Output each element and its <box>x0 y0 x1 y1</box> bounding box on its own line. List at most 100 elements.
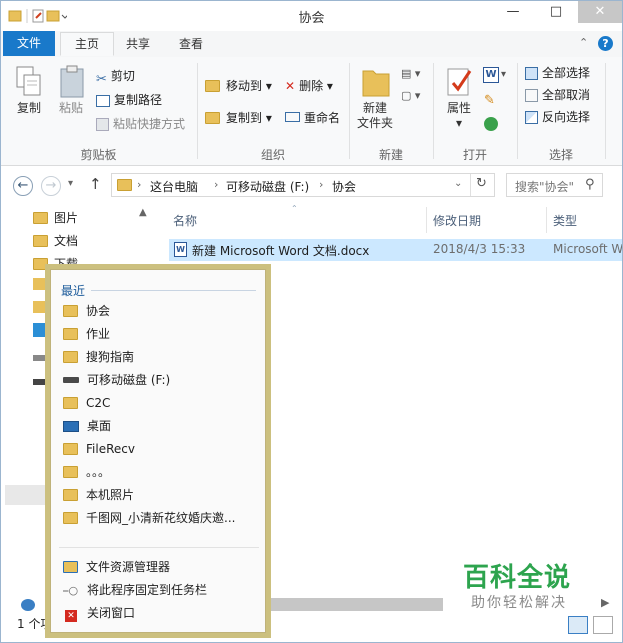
breadcrumb-this-pc[interactable]: 这台电脑 <box>150 178 198 195</box>
copy-button[interactable]: 复制 <box>11 101 47 116</box>
jump-item-recent[interactable]: 桌面 <box>63 416 111 436</box>
pin-icon: ⎯○ <box>63 584 79 597</box>
column-header-date[interactable]: 修改日期 <box>433 211 481 231</box>
delete-button[interactable]: ✕ 删除 ▾ <box>285 77 333 95</box>
chevron-down-icon[interactable]: ⌄ <box>454 178 462 189</box>
jump-item-recent[interactable]: FileRecv <box>63 439 135 459</box>
column-header-type[interactable]: 类型 <box>553 211 577 231</box>
cut-button[interactable]: ✂ 剪切 <box>96 67 135 87</box>
copy-folder-icon <box>205 112 220 124</box>
paste-button[interactable]: 粘贴 <box>53 101 89 116</box>
network-icon[interactable] <box>21 599 35 611</box>
file-name: 新建 Microsoft Word 文档.docx <box>192 244 370 258</box>
move-to-button[interactable]: 移动到 ▾ <box>205 77 272 95</box>
group-label-new: 新建 <box>378 148 403 162</box>
column-header-name[interactable]: 名称 <box>173 211 197 231</box>
explorer-window: 协会 — □ ✕ 文件 主页 共享 查看 ⌃ ? 复制 粘贴 ✂ 剪切 复制路径 … <box>0 0 623 643</box>
close-button[interactable]: ✕ <box>578 1 622 23</box>
maximize-button[interactable]: □ <box>536 1 576 23</box>
select-none-button[interactable]: 全部取消 <box>525 86 590 104</box>
tab-home[interactable]: 主页 <box>60 32 114 56</box>
up-arrow-icon[interactable]: ↑ <box>89 175 102 193</box>
jump-item-label: 协会 <box>86 304 111 318</box>
jump-task-label: 文件资源管理器 <box>86 560 171 574</box>
jump-item-label: FileRecv <box>86 442 135 456</box>
copy-to-button[interactable]: 复制到 ▾ <box>205 109 272 127</box>
details-view-icon[interactable] <box>568 616 588 634</box>
folder-icon <box>63 466 78 478</box>
desktop-icon <box>63 421 79 432</box>
breadcrumb-drive[interactable]: 可移动磁盘 (F:) <box>226 178 309 195</box>
folder-icon <box>63 489 78 501</box>
horizontal-scrollbar-thumb[interactable] <box>271 598 443 611</box>
select-none-label: 全部取消 <box>542 88 591 102</box>
jump-item-recent[interactable]: 可移动磁盘 (F:) <box>63 370 170 390</box>
jump-list-divider <box>59 547 259 548</box>
jump-item-label: 搜狗指南 <box>86 350 135 364</box>
copy-path-icon <box>96 95 110 107</box>
watermark-title: 百科全说 <box>463 563 572 593</box>
copy-path-button[interactable]: 复制路径 <box>96 91 162 109</box>
help-icon[interactable]: ? <box>598 36 613 51</box>
folder-icon <box>63 328 78 340</box>
jump-list-panel: 最近 协会 作业 搜狗指南 可移动磁盘 (F:) C2C 桌面 FileRecv… <box>50 269 266 633</box>
scroll-up-icon[interactable]: ▲ <box>139 207 147 218</box>
jump-item-recent[interactable]: 千图网_小清新花纹婚庆邀... <box>63 508 235 528</box>
properties-button[interactable]: 属性 ▾ <box>441 101 477 131</box>
jump-item-recent[interactable]: 搜狗指南 <box>63 347 134 367</box>
chevron-up-icon[interactable]: ⌃ <box>579 36 588 49</box>
paste-shortcut-label: 粘贴快捷方式 <box>113 117 186 131</box>
new-folder-button[interactable]: 新建 文件夹 <box>353 101 397 131</box>
chevron-right-icon: › <box>214 178 219 191</box>
rename-label: 重命名 <box>304 111 341 125</box>
column-divider <box>546 207 547 233</box>
jump-item-recent[interactable]: 。。。 <box>63 462 110 482</box>
address-bar[interactable]: › 这台电脑 › 可移动磁盘 (F:) › 协会 ⌄ ↻ <box>111 173 495 197</box>
select-all-label: 全部选择 <box>542 66 591 80</box>
drive-icon <box>63 377 79 383</box>
recent-locations-chevron-down-icon[interactable]: ▾ <box>68 178 73 189</box>
paste-shortcut-button[interactable]: 粘贴快捷方式 <box>96 115 185 133</box>
navigation-bar: ← → ▾ ↑ › 这台电脑 › 可移动磁盘 (F:) › 协会 ⌄ ↻ 搜索"… <box>1 166 622 204</box>
group-divider <box>349 63 350 159</box>
copy-path-label: 复制路径 <box>114 93 163 107</box>
breadcrumb-folder[interactable]: 协会 <box>332 178 356 195</box>
select-none-icon <box>525 89 538 102</box>
forward-button[interactable]: → <box>41 176 61 196</box>
jump-item-recent[interactable]: 本机照片 <box>63 485 134 505</box>
chevron-down-icon[interactable]: ▾ <box>501 69 506 80</box>
history-icon[interactable] <box>484 117 498 131</box>
search-input[interactable]: 搜索"协会" ⚲ <box>506 173 603 197</box>
tab-view[interactable]: 查看 <box>169 33 213 55</box>
jump-task-file-explorer[interactable]: 文件资源管理器 <box>63 557 170 577</box>
jump-item-recent[interactable]: 作业 <box>63 324 110 344</box>
invert-selection-button[interactable]: 反向选择 <box>525 108 590 126</box>
jump-task-pin[interactable]: ⎯○ 将此程序固定到任务栏 <box>63 580 207 600</box>
large-icons-view-icon[interactable] <box>593 616 613 634</box>
tab-file[interactable]: 文件 <box>3 31 55 56</box>
jump-item-recent[interactable]: C2C <box>63 393 110 413</box>
folder-icon <box>33 235 48 247</box>
table-row[interactable]: W 新建 Microsoft Word 文档.docx 2018/4/3 15:… <box>169 239 622 261</box>
group-divider <box>197 63 198 159</box>
group-divider <box>517 63 518 159</box>
navpane-item-documents[interactable]: 文档 <box>33 231 78 251</box>
navpane-label: 文档 <box>54 234 79 248</box>
jump-task-close-window[interactable]: ✕ 关闭窗口 <box>63 603 135 623</box>
select-all-button[interactable]: 全部选择 <box>525 64 590 82</box>
minimize-button[interactable]: — <box>493 1 533 23</box>
scroll-right-icon[interactable]: ▶ <box>601 596 609 609</box>
new-item-icon[interactable]: ▤ ▾ <box>401 67 420 80</box>
edit-icon[interactable]: ✎ <box>484 93 495 108</box>
refresh-icon[interactable]: ↻ <box>476 176 487 191</box>
back-button[interactable]: ← <box>13 176 33 196</box>
rename-button[interactable]: 重命名 <box>285 109 340 127</box>
easy-access-icon[interactable]: ▢ ▾ <box>401 89 420 102</box>
navpane-label: 图片 <box>54 211 79 225</box>
word-icon[interactable]: W <box>483 67 499 83</box>
navpane-item-pictures[interactable]: 图片 <box>33 208 78 228</box>
folder-icon <box>33 212 48 224</box>
jump-item-recent[interactable]: 协会 <box>63 301 110 321</box>
select-all-icon <box>525 67 538 80</box>
tab-share[interactable]: 共享 <box>116 33 160 55</box>
